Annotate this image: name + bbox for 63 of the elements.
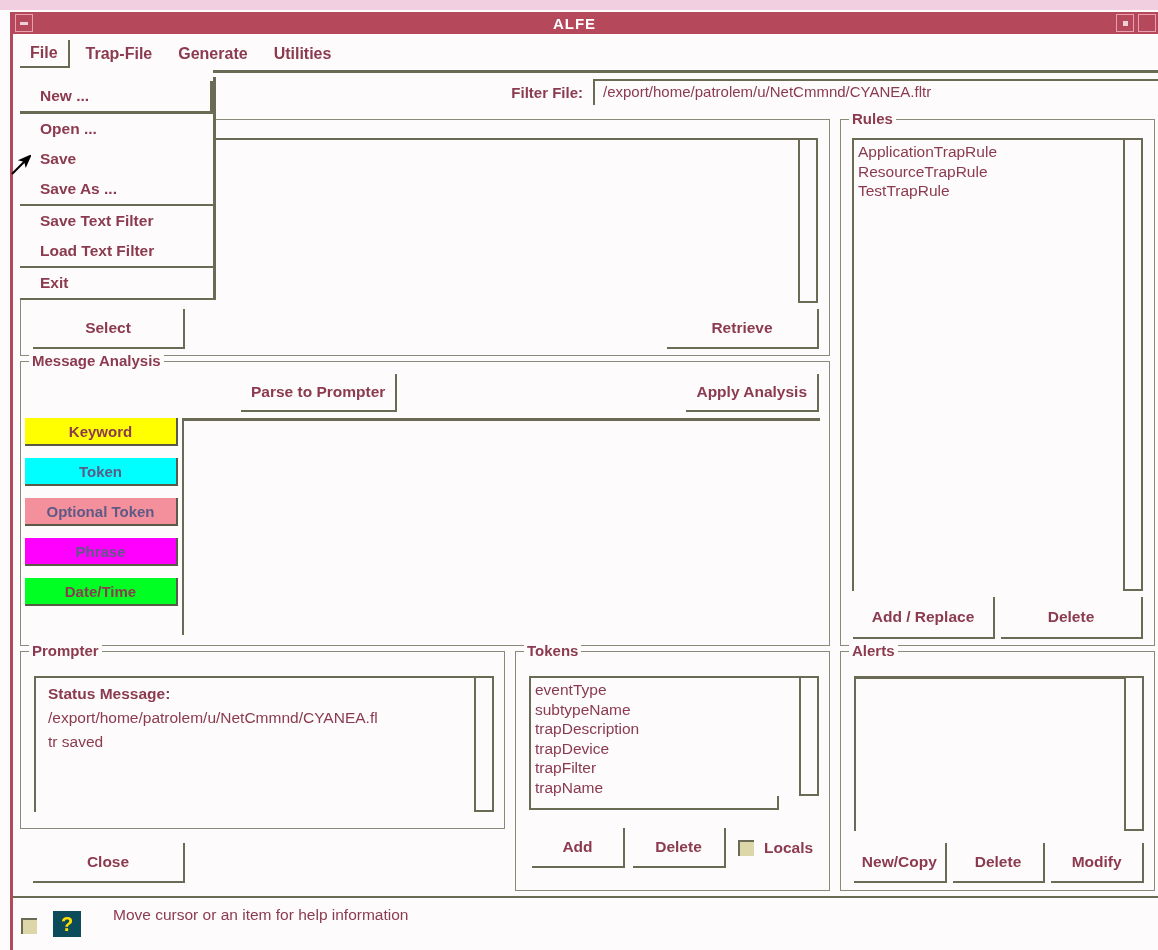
mouse-pointer-icon [11, 155, 31, 175]
action-button[interactable]: Delete [633, 828, 726, 868]
menu-item[interactable]: Save As ... [20, 174, 213, 204]
panel-title: Prompter [29, 642, 102, 659]
action-button[interactable]: Select [33, 309, 185, 349]
status-heading: Status Message: [48, 684, 172, 704]
action-button[interactable]: New/Copy [854, 843, 947, 883]
panel-title: Tokens [524, 642, 582, 659]
window-menu-button[interactable] [15, 14, 33, 32]
menu-item[interactable]: Exit [20, 268, 213, 298]
list-item[interactable]: subtypeName [535, 699, 795, 719]
scrollbar[interactable] [529, 796, 779, 810]
scrollbar[interactable] [1123, 138, 1143, 591]
list-item[interactable]: ApplicationTrapRule [858, 142, 1119, 162]
menu-item[interactable]: New ... [20, 81, 213, 114]
status-text: /export/home/patrolem/u/NetCmmnd/CYANEA.fl [48, 708, 379, 728]
action-button[interactable]: Apply Analysis [686, 374, 819, 412]
help-button[interactable]: ? [53, 911, 81, 937]
minimize-button[interactable] [1116, 14, 1134, 32]
list-item[interactable]: eventType [535, 680, 795, 700]
action-button[interactable]: Parse to Prompter [241, 374, 398, 412]
maximize-button[interactable] [1138, 14, 1156, 32]
menu-item[interactable]: Open ... [20, 114, 213, 144]
tokens-list[interactable]: eventType subtypeName trapDescription trapDevice trapFilter trapName [529, 676, 799, 796]
panel-title: Message Analysis [29, 352, 164, 369]
menu-item[interactable]: Generate [168, 40, 258, 68]
panel-title: Alerts [849, 642, 898, 659]
marker-button[interactable]: Date/Time [25, 578, 178, 606]
list-item[interactable]: trapDevice [535, 738, 795, 758]
menu-item[interactable]: Trap-File [75, 40, 163, 68]
marker-button[interactable]: Keyword [25, 418, 178, 446]
menu-item[interactable]: Utilities [263, 40, 342, 68]
window-title: ALFE [551, 14, 598, 32]
list-item[interactable]: trapFilter [535, 758, 795, 778]
alerts-list[interactable] [854, 676, 1124, 831]
menu-item[interactable]: Save [20, 144, 213, 174]
checkbox[interactable] [738, 840, 754, 856]
rules-list[interactable]: ApplicationTrapRule ResourceTrapRule TestTrapRule [852, 138, 1123, 591]
action-button[interactable]: Add / Replace [853, 597, 995, 639]
checkbox-label: Locals [764, 839, 814, 857]
close-button[interactable]: Close [33, 843, 185, 883]
filter-file-field[interactable]: /export/home/patrolem/u/NetCmmnd/CYANEA.fltr [593, 79, 1158, 105]
list-item[interactable]: trapName [535, 777, 795, 797]
status-text: tr saved [48, 732, 105, 752]
indicator-icon [21, 918, 37, 934]
menu-item[interactable]: Save Text Filter [20, 206, 213, 236]
panel-title: Rules [849, 110, 896, 127]
list-item[interactable]: TestTrapRule [858, 181, 1119, 201]
scrollbar[interactable] [474, 676, 494, 812]
menu-item[interactable]: File [20, 40, 70, 68]
list-item[interactable]: ResourceTrapRule [858, 161, 1119, 181]
list-item[interactable]: trapDescription [535, 719, 795, 739]
action-button[interactable]: Retrieve [667, 309, 819, 349]
scrollbar[interactable] [1124, 676, 1144, 831]
field-label: Filter File: [511, 83, 583, 101]
action-button[interactable]: Modify [1051, 843, 1144, 883]
scrollbar[interactable] [799, 676, 819, 796]
action-button[interactable]: Delete [1001, 597, 1143, 639]
help-message: Move cursor or an item for help information [113, 906, 409, 925]
scrollbar[interactable] [798, 138, 818, 303]
action-button[interactable]: Delete [952, 843, 1046, 883]
menu-item[interactable]: Load Text Filter [20, 236, 213, 266]
action-button[interactable]: Add [532, 828, 625, 868]
